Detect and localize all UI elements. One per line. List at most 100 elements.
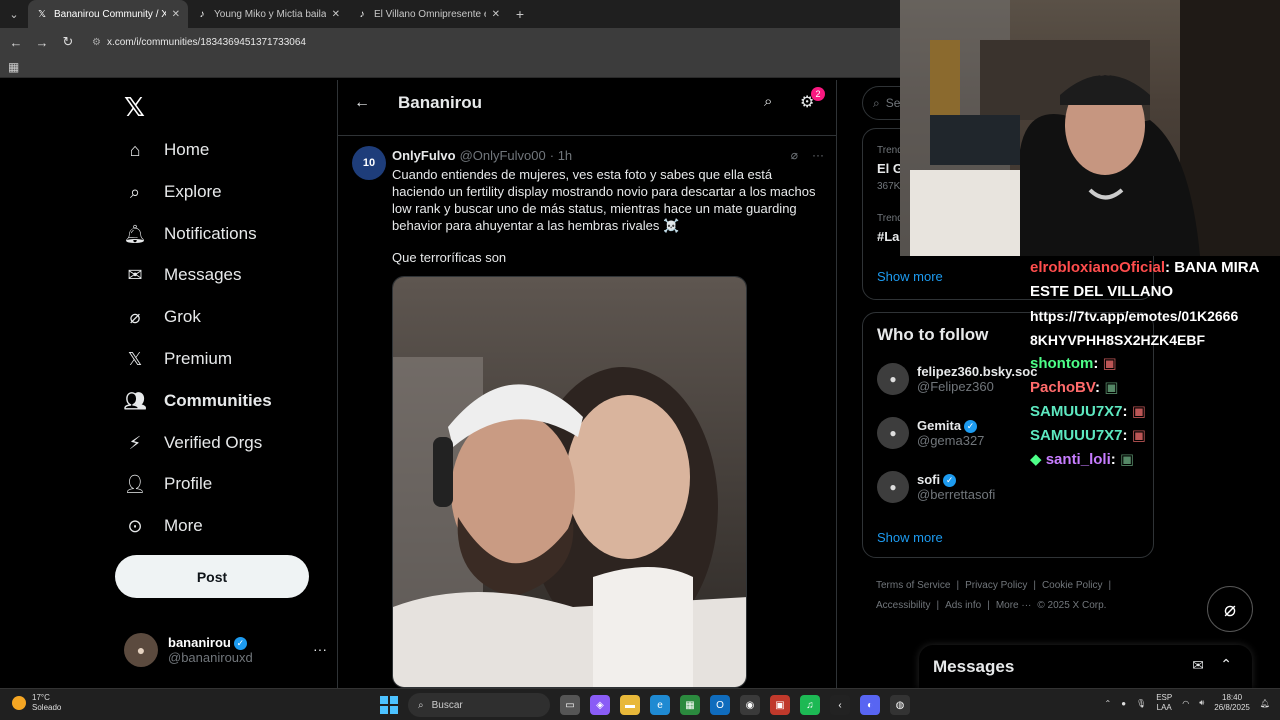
windows-start-icon[interactable] (380, 696, 398, 714)
messages-drawer[interactable]: Messages ✉ ⌃ (919, 645, 1252, 688)
sidebar-item-home[interactable]: ⌂ Home (124, 130, 210, 170)
weather-widget[interactable]: 17°C Soleado (12, 693, 61, 713)
url-field[interactable]: ⚙ x.com/i/communities/1834369451371733064 (92, 37, 306, 48)
search-icon[interactable]: ⌕ (764, 93, 772, 110)
browser-tab-1[interactable]: 𝕏 Bananirou Community / X ✕ (28, 0, 188, 28)
account-switcher[interactable]: ● bananirou ✓ @bananirouxd ··· (124, 633, 327, 667)
browser-tab-2[interactable]: ♪ Young Miko y Mictia bailando e ✕ (188, 0, 348, 28)
forward-arrow-icon[interactable]: → (34, 35, 50, 50)
emote-icon: ▣ (1119, 451, 1135, 468)
store-icon[interactable]: ▦ (680, 695, 700, 715)
app-icon[interactable]: ▣ (770, 695, 790, 715)
sidebar-item-messages[interactable]: ✉ Messages (124, 255, 241, 295)
footer-link[interactable]: Cookie Policy (1042, 580, 1103, 591)
tab-search-icon[interactable]: ⌄ (0, 0, 28, 28)
verified-badge-icon: ✓ (964, 420, 978, 434)
volume-icon[interactable]: 🔊︎ (1199, 698, 1204, 708)
tweet-text: Cuando entiendes de mujeres, ves esta fo… (392, 167, 816, 233)
wifi-icon[interactable]: ◠ (1182, 699, 1189, 708)
reload-icon[interactable]: ↻ (60, 34, 76, 50)
sidebar-item-label: More (164, 516, 203, 535)
tweet-avatar[interactable]: 10 (352, 146, 386, 180)
footer-link[interactable]: Terms of Service (876, 580, 950, 591)
tab-title: El Villano Omnipresente en Bey (374, 8, 486, 20)
sidebar-item-communities[interactable]: 👥︎ Communities (124, 381, 272, 421)
verified-badge-icon: ✓ (943, 474, 957, 488)
sidebar-item-explore[interactable]: ⌕ Explore (124, 172, 222, 212)
tweet-photo[interactable] (392, 276, 747, 688)
sidebar-item-notifications[interactable]: 🔔︎ Notifications (124, 214, 257, 254)
footer-separator: | (936, 600, 940, 611)
taskbar-search[interactable]: ⌕ Buscar (408, 693, 550, 717)
new-tab-button[interactable]: + (508, 6, 532, 22)
back-arrow-icon[interactable]: ← (354, 94, 370, 112)
more-dots-icon[interactable]: ··· (812, 148, 824, 162)
sidebar-item-verified-orgs[interactable]: ⚡︎ Verified Orgs (124, 423, 263, 463)
x-logo-icon[interactable]: 𝕏 (124, 92, 145, 123)
close-tab-icon[interactable]: ✕ (172, 9, 180, 20)
tweet-actions-top: ⌀ ··· (791, 148, 824, 162)
grok-floating-button[interactable]: ⌀ (1207, 586, 1253, 632)
trend-title[interactable]: #La (877, 229, 899, 244)
file-explorer-icon[interactable]: ▬ (620, 695, 640, 715)
back-arrow-icon[interactable]: ← (8, 35, 24, 50)
sidebar-item-label: Grok (164, 307, 201, 326)
chat-message: SAMUUU7X7: ▣ (1030, 400, 1280, 424)
footer-link[interactable]: Privacy Policy (965, 580, 1027, 591)
copyright: © 2025 X Corp. (1037, 600, 1107, 611)
footer-link[interactable]: Ads info (945, 600, 981, 611)
weather-temp: 17°C (32, 693, 50, 702)
expand-icon[interactable]: ⌃ (1220, 656, 1232, 673)
footer-link[interactable]: Accessibility (876, 600, 930, 611)
who-to-follow-title: Who to follow (877, 325, 989, 344)
tweet-author-handle[interactable]: @OnlyFulvo00 (460, 148, 546, 163)
notification-badge: 2 (811, 87, 825, 101)
copilot-icon[interactable]: ◈ (590, 695, 610, 715)
tweet-author-name[interactable]: OnlyFulvo (392, 148, 456, 163)
post-button[interactable]: Post (115, 555, 309, 598)
microphone-icon[interactable]: 🎙︎ (1136, 699, 1146, 708)
footer-link[interactable]: More ··· (996, 600, 1032, 611)
trends-show-more[interactable]: Show more (877, 269, 943, 284)
discord-icon[interactable]: ◐ (860, 695, 880, 715)
edge-icon[interactable]: e (650, 695, 670, 715)
chat-link: https://7tv.app/emotes/01K2666 (1030, 308, 1239, 324)
app-icon[interactable]: ‹ (830, 695, 850, 715)
spotify-icon[interactable]: ♫ (800, 695, 820, 715)
chat-username: santi_loli (1045, 451, 1111, 468)
grok-icon: ⌀ (1223, 598, 1237, 621)
chrome-icon[interactable]: ◉ (740, 695, 760, 715)
task-view-icon[interactable]: ▭ (560, 695, 580, 715)
page-title: Bananirou (398, 93, 483, 112)
grok-icon[interactable]: ⌀ (791, 148, 798, 162)
sidebar-item-grok[interactable]: ⌀ Grok (124, 297, 201, 337)
chat-message: PachoBV: ▣ (1030, 376, 1280, 400)
browser-tab-3[interactable]: ♪ El Villano Omnipresente en Bey ✕ (348, 0, 508, 28)
tiktok-favicon-icon: ♪ (359, 8, 365, 20)
sidebar-item-premium[interactable]: 𝕏 Premium (124, 339, 232, 379)
outlook-icon[interactable]: O (710, 695, 730, 715)
footer-separator: | (1108, 580, 1112, 591)
apps-grid-icon[interactable]: ▦ (8, 60, 19, 74)
tweet-time[interactable]: · 1h (550, 148, 572, 163)
more-dots-icon[interactable]: ··· (313, 641, 327, 657)
new-message-icon[interactable]: ✉ (1192, 657, 1204, 674)
language-indicator[interactable]: ESP LAA (1156, 693, 1172, 713)
clock-date: 26/8/2025 (1214, 703, 1250, 712)
follow-show-more[interactable]: Show more (877, 530, 943, 545)
notification-bell-icon[interactable]: 🔔︎ (1260, 699, 1270, 708)
person-icon: 👤︎ (123, 473, 147, 494)
taskbar-search-label: Buscar (431, 699, 463, 711)
site-info-icon[interactable]: ⚙ (92, 37, 101, 48)
clock[interactable]: 18:40 26/8/2025 (1214, 693, 1250, 713)
emote-icon: ▣ (1104, 379, 1119, 396)
chevron-up-icon[interactable]: ⌃ (1105, 699, 1112, 708)
sidebar-item-more[interactable]: ⊙ More (124, 506, 203, 546)
close-tab-icon[interactable]: ✕ (492, 9, 500, 20)
close-tab-icon[interactable]: ✕ (332, 9, 340, 20)
suggestion-handle: @gema327 (917, 433, 985, 449)
obs-icon[interactable]: ◍ (890, 695, 910, 715)
x-logo-icon: 𝕏 (127, 348, 143, 369)
tray-app-icon[interactable]: ● (1121, 699, 1126, 708)
sidebar-item-profile[interactable]: 👤︎ Profile (123, 464, 213, 504)
